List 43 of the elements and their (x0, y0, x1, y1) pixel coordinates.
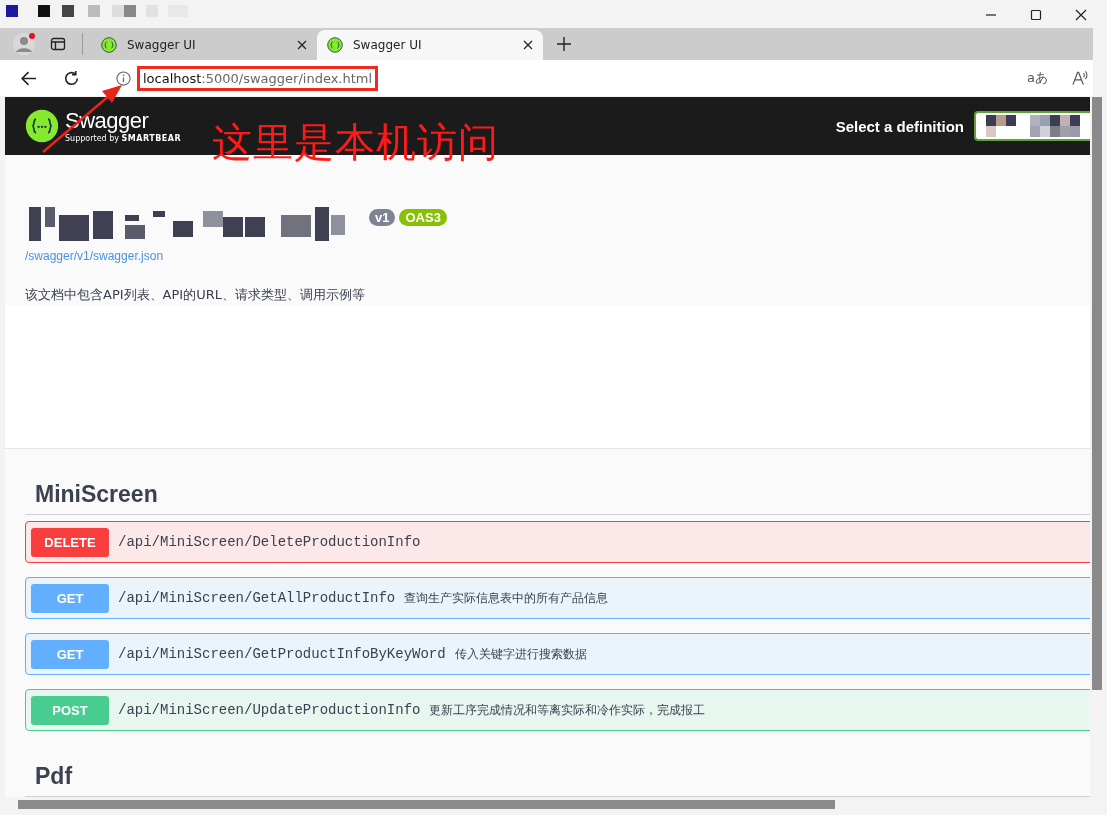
operation-row[interactable]: GET /api/MiniScreen/GetProductInfoByKeyWord 传入关键字进行搜索数据 (25, 633, 1090, 675)
browser-tab[interactable]: Swagger UI (91, 30, 317, 60)
info-icon[interactable] (116, 70, 131, 86)
method-badge: POST (31, 695, 109, 725)
swagger-favicon-icon (327, 37, 343, 53)
new-tab-icon[interactable] (557, 37, 571, 51)
operation-row[interactable]: DELETE /api/MiniScreen/DeleteProductionInfo (25, 521, 1090, 563)
definition-label: Select a definition (835, 117, 964, 135)
translate-icon[interactable]: aあ (1027, 69, 1048, 87)
section-heading[interactable]: Pdf (25, 763, 1090, 797)
endpoint-path: /api/MiniScreen/GetProductInfoByKeyWord (118, 646, 446, 662)
scrollbar-thumb[interactable] (1092, 97, 1102, 690)
profile-avatar-icon[interactable] (12, 32, 36, 56)
endpoint-summary: 更新工序完成情况和等离实际和冷作实际，完成报工 (429, 701, 706, 719)
browser-tab[interactable]: Swagger UI (317, 30, 543, 60)
swagger-favicon-icon (101, 37, 117, 53)
method-badge: GET (31, 583, 109, 613)
back-icon[interactable] (20, 69, 37, 87)
refresh-icon[interactable] (63, 69, 80, 87)
method-badge: GET (31, 639, 109, 669)
close-tab-icon[interactable] (297, 40, 307, 50)
operation-row[interactable]: GET /api/MiniScreen/GetAllProductInfo 查询生产实际信息表中的所有产品信息 (25, 577, 1090, 619)
swagger-logo-icon (25, 109, 59, 143)
maximize-icon[interactable] (1030, 9, 1042, 21)
section-heading[interactable]: MiniScreen (25, 481, 1090, 515)
endpoint-summary: 查询生产实际信息表中的所有产品信息 (404, 589, 609, 607)
spec-badge: OAS3 (399, 209, 447, 226)
read-aloud-icon[interactable] (1072, 70, 1089, 86)
endpoint-path: /api/MiniScreen/DeleteProductionInfo (118, 534, 421, 550)
url-text: localhost:5000/swagger/index.html (143, 70, 373, 86)
method-badge: DELETE (31, 527, 109, 557)
close-icon[interactable] (1075, 9, 1087, 21)
endpoint-summary: 传入关键字进行搜索数据 (454, 645, 587, 663)
annotation-text: 这里是本机访问 (212, 118, 499, 167)
api-description: 该文档中包含API列表、API的URL、请求类型、调用示例等 (25, 286, 366, 304)
operation-row[interactable]: POST /api/MiniScreen/UpdateProductionInfo 更新工序完成情况和等离实际和冷作实际，完成报工 (25, 689, 1090, 731)
tab-actions-icon[interactable] (50, 36, 66, 52)
close-tab-icon[interactable] (523, 40, 533, 50)
logo-tagline: Supported by SMARTBEAR (65, 134, 182, 143)
version-badge: v1 (369, 209, 396, 226)
endpoint-path: /api/MiniScreen/GetAllProductInfo (118, 590, 396, 606)
scrollbar-thumb[interactable] (18, 800, 835, 809)
endpoint-path: /api/MiniScreen/UpdateProductionInfo (118, 702, 421, 718)
